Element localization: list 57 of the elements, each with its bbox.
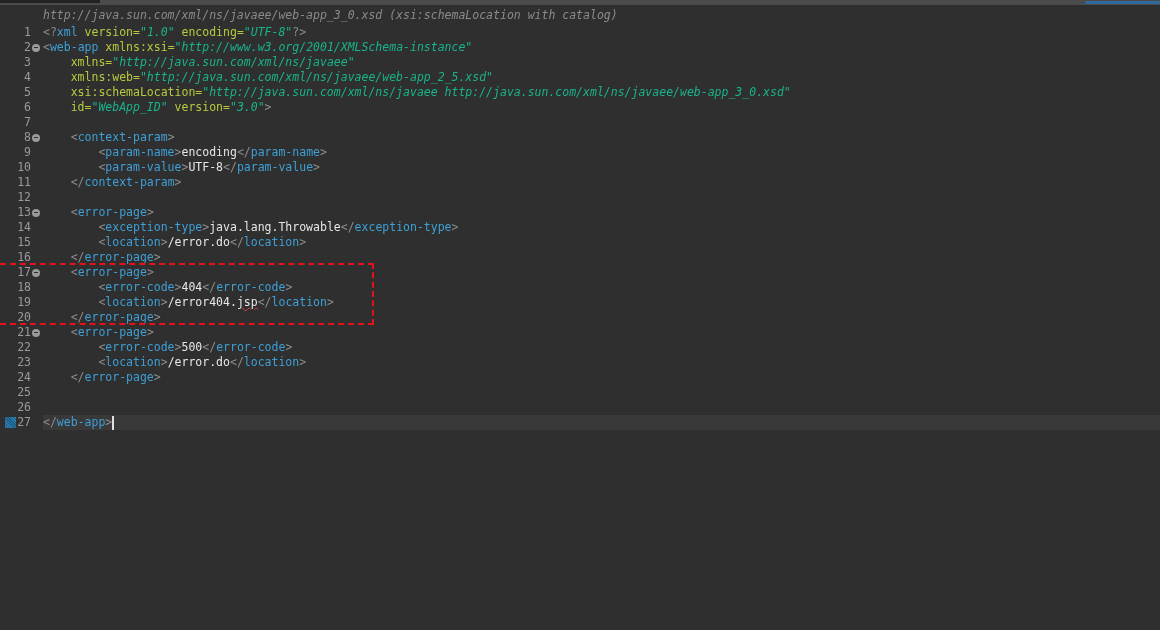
code-line: xsi:schemaLocation="http://java.sun.com/xml/ns/javaee http://java.sun.com/xml/ns/javaee/web-app_3_0.xsd" [69, 85, 791, 100]
code-line: <location>/error.do</location> [97, 235, 307, 250]
line-number: 17 [16, 265, 31, 280]
code-line: </web-app> [43, 415, 115, 430]
line-number: 21 [16, 325, 31, 340]
code-line: id="WebApp_ID" version="3.0"> [69, 100, 272, 115]
line-number: 9 [23, 145, 31, 160]
code-line: <param-name>encoding</param-name> [97, 145, 327, 160]
line-number: 12 [16, 190, 31, 205]
line-number: 2 [23, 40, 31, 55]
line-number: 23 [16, 355, 31, 370]
code-line: <location>/error404.jsp</location> [97, 295, 334, 310]
line-number: 4 [23, 70, 31, 85]
text-cursor [112, 415, 115, 430]
fold-icon[interactable] [32, 208, 40, 217]
code-line: <error-page> [69, 205, 154, 220]
code-line: xmlns="http://java.sun.com/xml/ns/javaee" [69, 55, 355, 70]
line-number: 3 [23, 55, 31, 70]
code-line: <?xml version="1.0" encoding="UTF-8"?> [43, 25, 307, 40]
fold-icon[interactable] [32, 268, 40, 277]
line-number: 1 [23, 25, 31, 40]
code-line: <error-page> [69, 265, 154, 280]
code-line: <error-code>404</error-code> [97, 280, 293, 295]
line-number: 13 [16, 205, 31, 220]
line-number: 25 [16, 385, 31, 400]
fold-icon[interactable] [32, 328, 40, 337]
code-line: <error-page> [69, 325, 154, 340]
line-number: 5 [23, 85, 31, 100]
line-number: 19 [16, 295, 31, 310]
line-number: 14 [16, 220, 31, 235]
line-number: 18 [16, 280, 31, 295]
line-number: 16 [16, 250, 31, 265]
line-number: 8 [23, 130, 31, 145]
code-line: </error-page> [69, 370, 161, 385]
code-line: <web-app xmlns:xsi="http://www.w3.org/2001/XMLSchema-instance" [43, 40, 473, 55]
line-number: 15 [16, 235, 31, 250]
code-line: </error-page> [69, 310, 161, 325]
code-line: <error-code>500</error-code> [97, 340, 293, 355]
code-line: <exception-type>java.lang.Throwable</exception-type> [97, 220, 459, 235]
schema-hint: http://java.sun.com/xml/ns/javaee/web-app_3_0.xsd (xsi:schemaLocation with catalog) [43, 8, 619, 23]
line-number: 26 [16, 400, 31, 415]
line-number: 22 [16, 340, 31, 355]
line-number: 11 [16, 175, 31, 190]
fold-icon[interactable] [32, 133, 40, 142]
code-line: </context-param> [69, 175, 182, 190]
line-number: 24 [16, 370, 31, 385]
line-number: 20 [16, 310, 31, 325]
line-number: 27 [16, 415, 31, 430]
line-number: 6 [23, 100, 31, 115]
code-line: <location>/error.do</location> [97, 355, 307, 370]
line-number: 7 [23, 115, 31, 130]
code-line: </error-page> [69, 250, 161, 265]
fold-icon[interactable] [32, 43, 40, 52]
code-line: xmlns:web="http://java.sun.com/xml/ns/javaee/web-app_2_5.xsd" [69, 70, 494, 85]
code-line: <context-param> [69, 130, 175, 145]
line-number: 10 [16, 160, 31, 175]
code-line: <param-value>UTF-8</param-value> [97, 160, 320, 175]
